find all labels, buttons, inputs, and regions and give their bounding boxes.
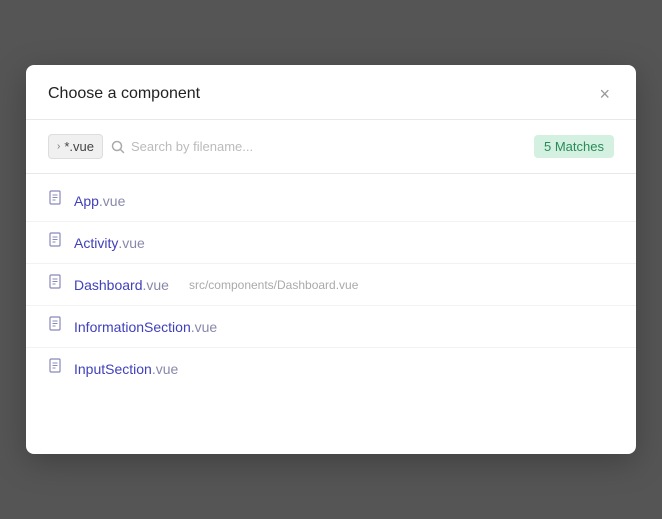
modal-header: Choose a component × bbox=[26, 65, 636, 120]
modal-toolbar: › *.vue 5 Matches bbox=[26, 120, 636, 174]
search-wrapper bbox=[111, 139, 526, 154]
file-name-primary: InputSection bbox=[74, 361, 152, 377]
file-list: App.vueActivity.vueDashboard.vuesrc/comp… bbox=[26, 174, 636, 454]
file-icon bbox=[48, 274, 64, 295]
list-item[interactable]: InputSection.vue bbox=[26, 348, 636, 389]
file-name-ext: .vue bbox=[152, 361, 178, 377]
close-button[interactable]: × bbox=[595, 83, 614, 105]
file-name-primary: Activity bbox=[74, 235, 118, 251]
list-item[interactable]: Dashboard.vue src/components/Dashboard.vu… bbox=[26, 264, 636, 306]
modal-title: Choose a component bbox=[48, 85, 200, 103]
file-name: InformationSection.vue bbox=[74, 319, 217, 335]
file-name-primary: Dashboard bbox=[74, 277, 143, 293]
search-icon bbox=[111, 140, 125, 154]
matches-badge: 5 Matches bbox=[534, 135, 614, 158]
file-name-ext: .vue bbox=[191, 319, 217, 335]
file-name-ext: .vue bbox=[143, 277, 169, 293]
file-icon bbox=[48, 190, 64, 211]
list-item[interactable]: InformationSection.vue bbox=[26, 306, 636, 348]
file-name-primary: App bbox=[74, 193, 99, 209]
file-name: Activity.vue bbox=[74, 235, 145, 251]
file-path: src/components/Dashboard.vue bbox=[189, 278, 358, 292]
file-name-ext: .vue bbox=[99, 193, 125, 209]
file-name: App.vue bbox=[74, 193, 125, 209]
chevron-right-icon: › bbox=[57, 141, 60, 152]
filter-label: *.vue bbox=[64, 139, 94, 154]
file-icon bbox=[48, 358, 64, 379]
file-icon bbox=[48, 316, 64, 337]
file-name: InputSection.vue bbox=[74, 361, 178, 377]
list-item[interactable]: App.vue bbox=[26, 180, 636, 222]
list-item[interactable]: Activity.vue bbox=[26, 222, 636, 264]
modal-container: Choose a component × › *.vue 5 Matches A… bbox=[26, 65, 636, 454]
file-name-ext: .vue bbox=[118, 235, 144, 251]
filter-tag[interactable]: › *.vue bbox=[48, 134, 103, 159]
search-input[interactable] bbox=[131, 139, 526, 154]
file-name-primary: InformationSection bbox=[74, 319, 191, 335]
file-name: Dashboard.vue bbox=[74, 277, 169, 293]
file-icon bbox=[48, 232, 64, 253]
